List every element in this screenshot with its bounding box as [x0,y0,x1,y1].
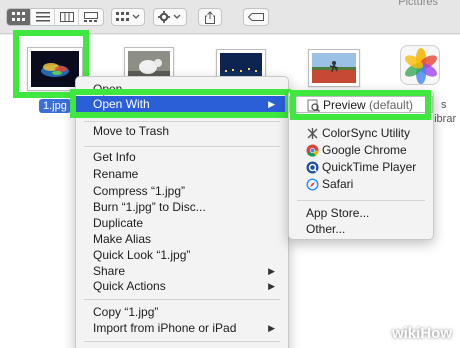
submenu-item-app-store[interactable]: App Store... [289,205,433,222]
group-by-button[interactable] [111,8,145,26]
colorsync-icon [307,128,318,139]
view-mode-group [6,8,104,26]
safari-icon [306,178,319,191]
file-label-5: s [441,99,447,111]
menu-item-move-to-trash[interactable]: Move to Trash [76,123,288,140]
action-button[interactable] [153,8,187,26]
menu-item-burn[interactable]: Burn “1.jpg” to Disc... [76,199,288,216]
menu-item-compress[interactable]: Compress “1.jpg” [76,183,288,200]
group-by-icon [112,9,144,25]
menu-separator [84,121,280,122]
share-button[interactable] [198,8,222,26]
column-view-icon[interactable] [55,9,79,25]
menu-separator [84,341,280,342]
photos-library-icon[interactable] [400,45,440,85]
submenu-item-other[interactable]: Other... [289,221,433,238]
menu-item-copy[interactable]: Copy “1.jpg” [76,304,288,321]
finder-toolbar: Pictures [0,0,460,34]
icon-view-icon[interactable] [7,9,31,25]
menu-item-get-info[interactable]: Get Info [76,149,288,166]
submenu-arrow-icon: ▶ [268,281,275,291]
gear-icon [154,9,186,25]
quicktime-icon [306,161,319,174]
highlight-open-with [70,89,291,118]
submenu-item-colorsync[interactable]: ColorSync Utility [289,125,433,142]
menu-item-rename[interactable]: Rename [76,166,288,183]
photos-flower-icon [405,48,437,84]
tag-button[interactable] [243,8,269,26]
highlight-preview [290,90,431,120]
wikihow-watermark: wikiHow [391,325,452,342]
menu-separator [84,146,280,147]
share-icon [199,9,221,25]
chrome-icon [306,144,319,157]
gallery-view-icon[interactable] [79,9,103,25]
menu-item-import-iphone[interactable]: Import from iPhone or iPad ▶ [76,320,288,337]
tag-icon [244,9,268,25]
submenu-item-safari[interactable]: Safari [289,176,433,193]
menu-separator [84,299,280,300]
file-thumbnail-4[interactable] [308,49,360,87]
menu-item-duplicate[interactable]: Duplicate [76,215,288,232]
window-title: Pictures [398,0,438,8]
submenu-item-quicktime[interactable]: QuickTime Player [289,159,433,176]
image-thumbnail-runner [312,53,356,83]
menu-item-quick-actions[interactable]: Quick Actions ▶ [76,278,288,295]
list-view-icon[interactable] [31,9,55,25]
file-label-1[interactable]: 1.jpg [39,99,71,113]
submenu-arrow-icon: ▶ [268,323,275,333]
submenu-item-chrome[interactable]: Google Chrome [289,142,433,159]
menu-item-make-alias[interactable]: Make Alias [76,231,288,248]
menu-item-quick-look[interactable]: Quick Look “1.jpg” [76,247,288,264]
submenu-separator [297,200,425,201]
